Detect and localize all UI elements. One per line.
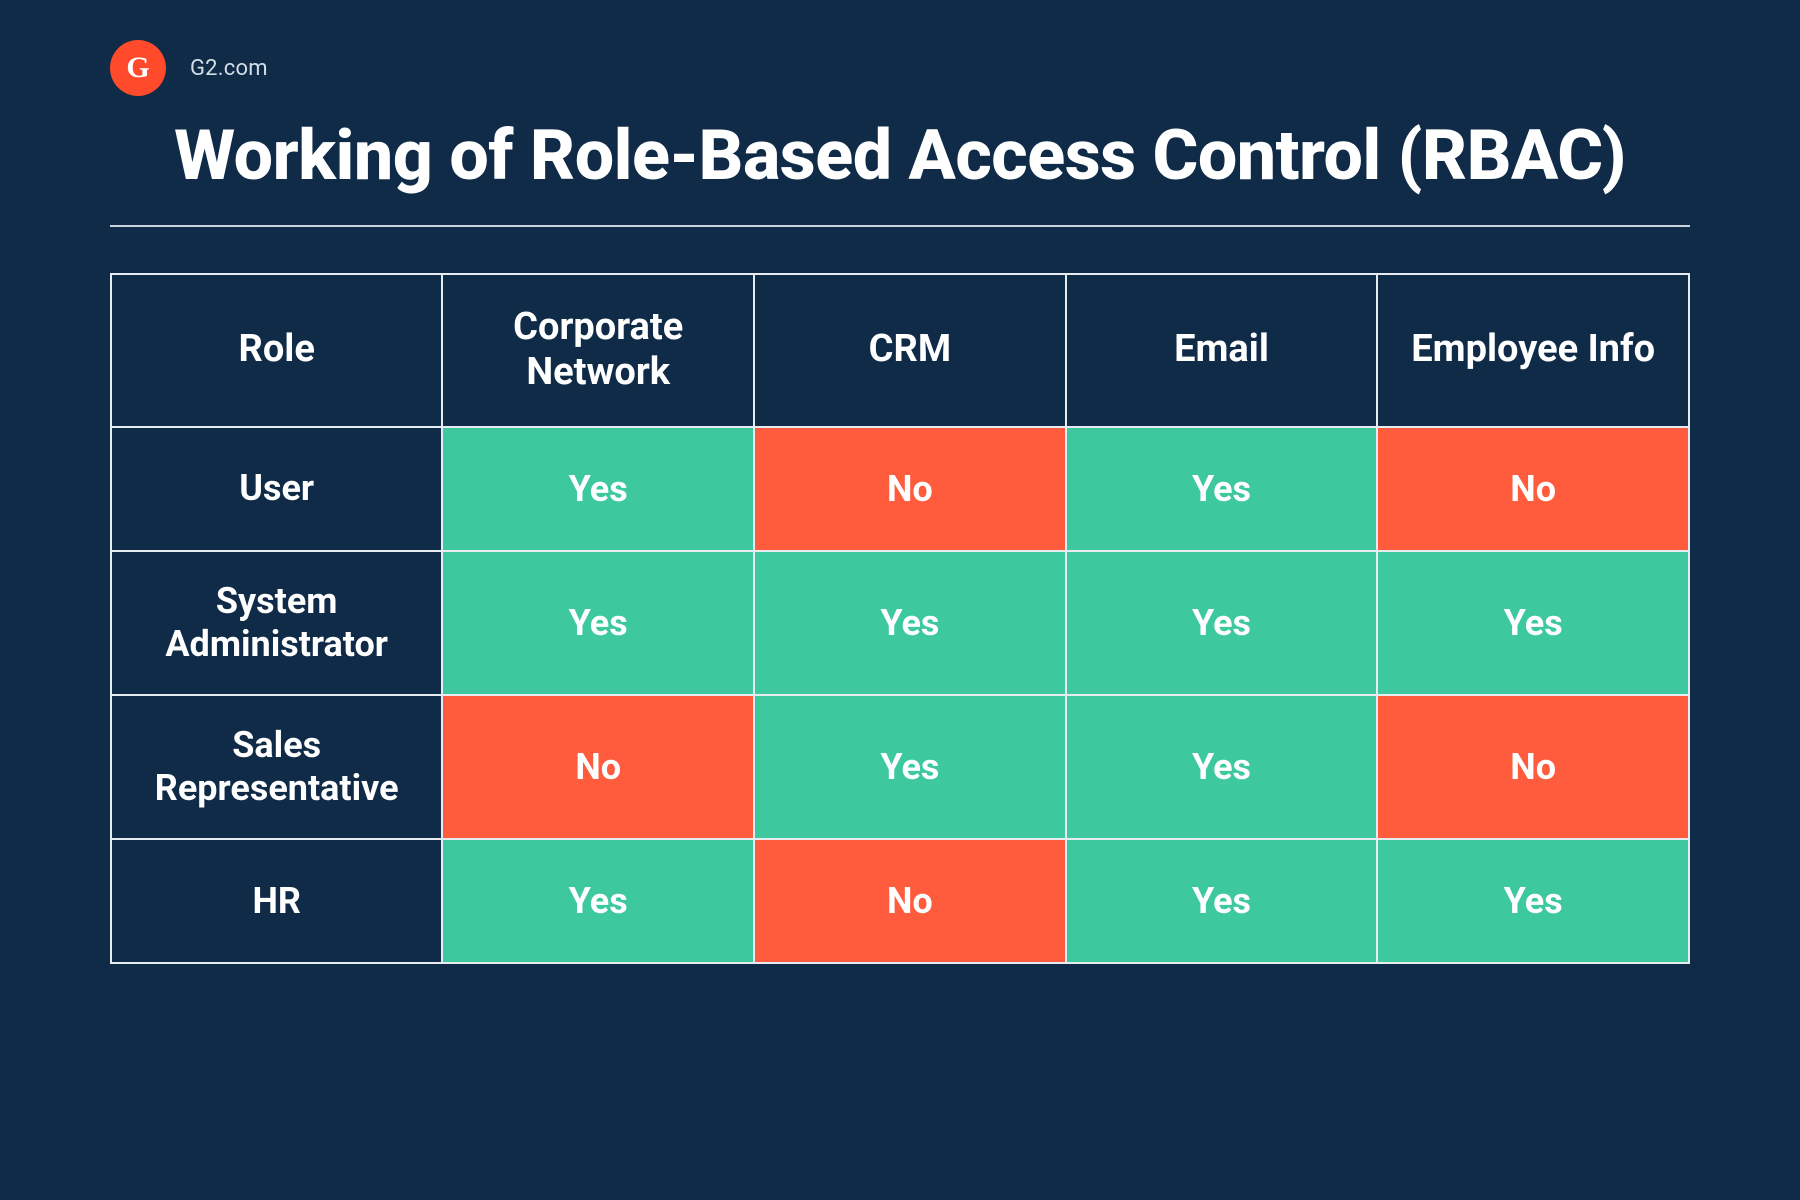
role-name: HR <box>111 839 442 963</box>
access-cell: Yes <box>442 551 754 695</box>
role-name: System Administrator <box>111 551 442 695</box>
access-cell: No <box>442 695 754 839</box>
access-cell: No <box>754 427 1066 551</box>
col-employee-info: Employee Info <box>1377 274 1689 427</box>
col-crm: CRM <box>754 274 1066 427</box>
rbac-table: Role Corporate Network CRM Email Employe… <box>110 273 1690 965</box>
col-role: Role <box>111 274 442 427</box>
access-cell: No <box>1377 427 1689 551</box>
access-cell: No <box>1377 695 1689 839</box>
g2-logo-icon: G <box>110 40 166 96</box>
table-row: User Yes No Yes No <box>111 427 1689 551</box>
table-row: Sales Representative No Yes Yes No <box>111 695 1689 839</box>
table-body: User Yes No Yes No System Administrator … <box>111 427 1689 964</box>
access-cell: Yes <box>1066 695 1378 839</box>
header: G G2.com <box>110 40 1690 96</box>
access-cell: No <box>754 839 1066 963</box>
access-cell: Yes <box>1066 551 1378 695</box>
table-row: HR Yes No Yes Yes <box>111 839 1689 963</box>
col-corporate-network: Corporate Network <box>442 274 754 427</box>
site-label: G2.com <box>190 56 268 81</box>
access-cell: Yes <box>754 695 1066 839</box>
access-cell: Yes <box>1377 839 1689 963</box>
g2-logo-letter: G <box>126 53 149 83</box>
access-cell: Yes <box>754 551 1066 695</box>
col-email: Email <box>1066 274 1378 427</box>
title-divider <box>110 225 1690 227</box>
access-cell: Yes <box>1377 551 1689 695</box>
role-name: User <box>111 427 442 551</box>
access-cell: Yes <box>1066 427 1378 551</box>
access-cell: Yes <box>1066 839 1378 963</box>
page-title: Working of Role-Based Access Control (RB… <box>150 116 1650 197</box>
access-cell: Yes <box>442 427 754 551</box>
access-cell: Yes <box>442 839 754 963</box>
table-row: System Administrator Yes Yes Yes Yes <box>111 551 1689 695</box>
role-name: Sales Representative <box>111 695 442 839</box>
table-header-row: Role Corporate Network CRM Email Employe… <box>111 274 1689 427</box>
